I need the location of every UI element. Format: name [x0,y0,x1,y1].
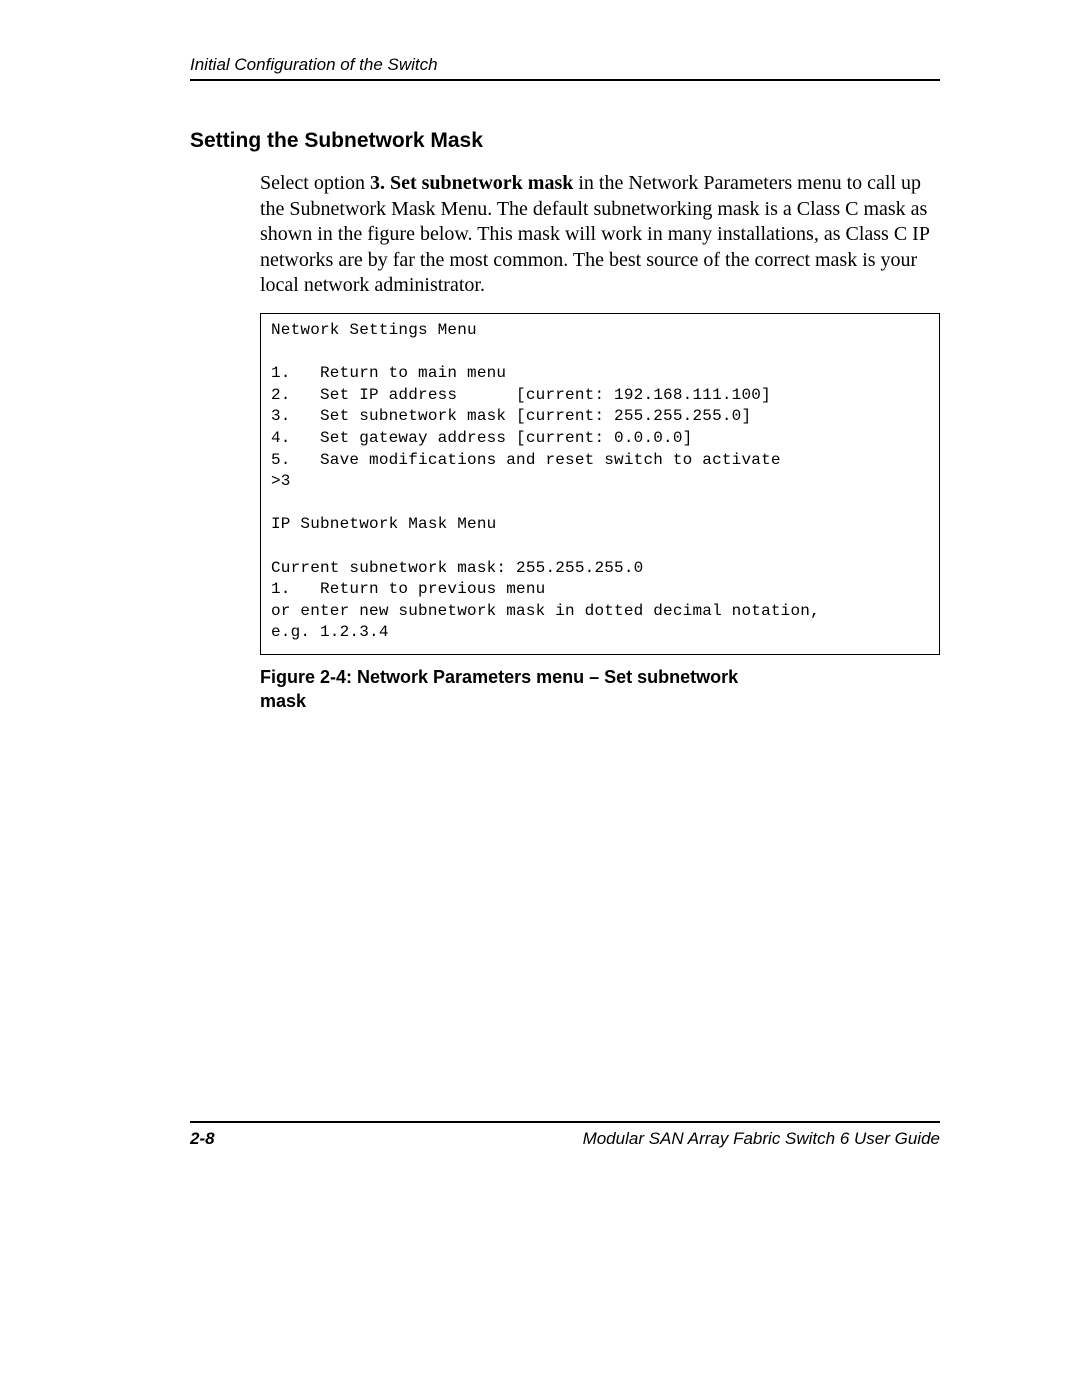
footer-rule [190,1121,940,1123]
doc-title: Modular SAN Array Fabric Switch 6 User G… [583,1129,940,1149]
page-footer: 2-8 Modular SAN Array Fabric Switch 6 Us… [190,1121,940,1149]
page-number: 2-8 [190,1129,215,1149]
terminal-output: Network Settings Menu 1. Return to main … [260,313,940,655]
running-header: Initial Configuration of the Switch [190,55,940,75]
header-rule [190,79,940,81]
para-pre: Select option [260,172,370,194]
section-heading: Setting the Subnetwork Mask [190,129,940,153]
body-paragraph: Select option 3. Set subnetwork mask in … [260,171,940,299]
figure-caption: Figure 2-4: Network Parameters menu – Se… [260,665,780,714]
para-bold: 3. Set subnetwork mask [370,172,573,194]
